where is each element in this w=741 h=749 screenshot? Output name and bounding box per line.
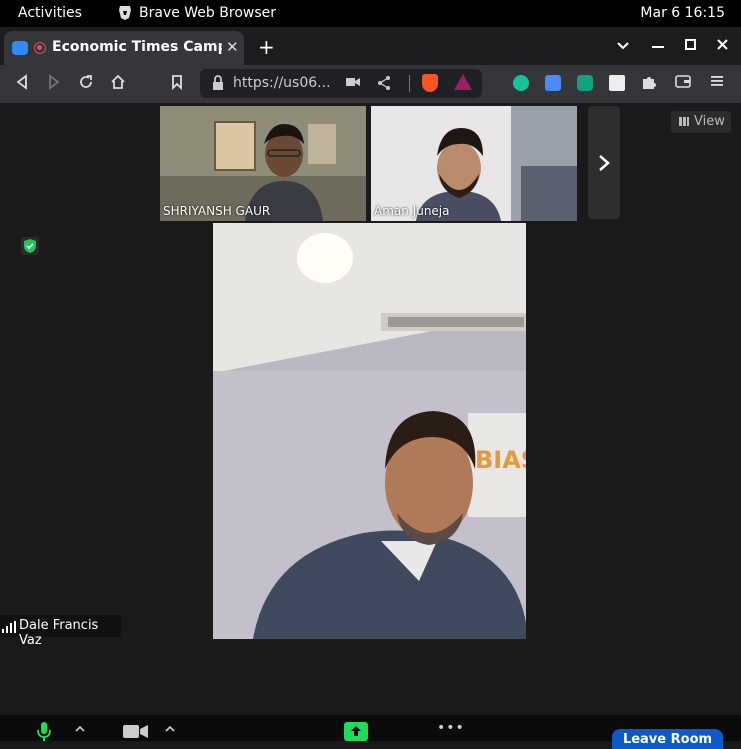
lock-icon[interactable] [212, 75, 224, 91]
new-tab-button[interactable]: + [258, 35, 275, 59]
activities-button[interactable]: Activities [18, 5, 82, 21]
url-separator [409, 75, 410, 92]
annotate-extension-icon[interactable] [609, 75, 625, 91]
view-button[interactable]: View [671, 111, 731, 133]
view-button-label: View [694, 114, 725, 129]
back-icon[interactable] [15, 74, 29, 90]
address-bar[interactable]: https://us06... [200, 69, 482, 98]
signal-strength-icon [2, 621, 16, 633]
tab-economic-times[interactable]: Economic Times Campus ✕ [4, 31, 244, 65]
leave-room-button[interactable]: Leave Room [612, 729, 723, 749]
minimize-icon[interactable] [652, 45, 664, 49]
participant-name: Aman Juneja [374, 204, 450, 218]
grammarly-icon[interactable] [513, 75, 529, 91]
security-shield-icon[interactable] [21, 237, 39, 255]
extensions-puzzle-icon[interactable] [641, 74, 657, 90]
next-page-button[interactable] [588, 106, 620, 219]
app-name: Brave Web Browser [139, 5, 276, 21]
tab-title: Economic Times Campus [52, 39, 222, 55]
home-icon[interactable] [110, 74, 126, 90]
microphone-icon[interactable] [37, 722, 51, 741]
tab-strip: Economic Times Campus ✕ + [0, 27, 741, 65]
wallet-icon[interactable] [675, 74, 691, 88]
url-text[interactable]: https://us06... [233, 75, 331, 91]
maximize-icon[interactable] [685, 39, 696, 50]
participant-tile[interactable]: SHRIYANSH GAUR [160, 106, 366, 221]
grid-icon [679, 117, 689, 126]
video-camera-icon[interactable] [123, 724, 148, 739]
video-options-chevron-icon[interactable] [165, 725, 175, 733]
more-options-icon[interactable]: ••• [437, 720, 465, 736]
audio-options-chevron-icon[interactable] [75, 725, 85, 733]
browser-toolbar: https://us06... [0, 65, 741, 103]
active-speaker-video[interactable]: BIAS [213, 223, 526, 639]
chevron-right-icon [599, 155, 610, 171]
bookmark-icon[interactable] [171, 74, 183, 90]
active-speaker-name: Dale Francis Vaz [19, 618, 99, 648]
system-top-bar: Activities Brave Web Browser Mar 6 16:15 [0, 0, 741, 27]
meeting-stage: SHRIYANSH GAUR Aman Juneja View BIA Dale… [0, 103, 741, 715]
participant-name: SHRIYANSH GAUR [163, 204, 271, 218]
share-icon[interactable] [377, 75, 391, 91]
share-screen-icon[interactable] [344, 722, 368, 741]
reload-icon[interactable] [78, 74, 94, 90]
brave-shields-icon[interactable] [422, 74, 438, 92]
active-speaker-label: Dale Francis Vaz [0, 615, 121, 648]
svg-text:BIAS: BIAS [475, 446, 526, 474]
menu-icon[interactable] [710, 74, 724, 88]
meeting-controls: ••• Leave Room [0, 715, 741, 749]
app-menu[interactable]: Brave Web Browser [118, 5, 276, 21]
zoom-favicon-icon [12, 41, 28, 55]
chatgpt-extension-icon[interactable] [577, 75, 593, 91]
brave-rewards-icon[interactable] [454, 74, 472, 90]
translate-icon[interactable] [545, 75, 561, 91]
window-close-icon[interactable] [717, 39, 728, 50]
recording-icon [34, 42, 46, 54]
forward-icon[interactable] [47, 74, 61, 90]
tab-search-chevron-icon[interactable] [616, 41, 630, 51]
clock[interactable]: Mar 6 16:15 [640, 5, 725, 21]
tab-close-icon[interactable]: ✕ [226, 38, 239, 56]
camera-in-use-icon[interactable] [346, 76, 360, 88]
participant-tile[interactable]: Aman Juneja [371, 106, 577, 221]
brave-lion-icon [119, 6, 131, 20]
